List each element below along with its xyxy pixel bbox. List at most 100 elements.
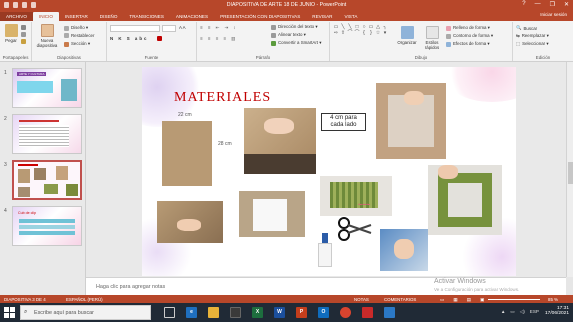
powerpoint-icon[interactable]: P (296, 307, 307, 318)
layout-button[interactable]: Diseño ▾ (64, 25, 88, 31)
brace-shape-icon[interactable]: } (368, 31, 374, 36)
tab-diseno[interactable]: DISEÑO (94, 12, 124, 21)
pdf-reader-icon[interactable] (362, 307, 373, 318)
word-icon[interactable]: W (274, 307, 285, 318)
slide-title[interactable]: MATERIALES (174, 90, 271, 106)
maximize-button[interactable]: ❐ (550, 1, 555, 8)
taskbar-search[interactable]: ⌕ Escribe aquí para buscar (20, 305, 151, 320)
zoom-level[interactable]: 85 % (548, 297, 558, 302)
curve-shape-icon[interactable]: ⌒ (354, 31, 360, 36)
frame-photo[interactable] (376, 83, 446, 159)
tab-insertar[interactable]: INSERTAR (59, 12, 94, 21)
shape-outline-button[interactable]: Contorno de forma ▾ (446, 33, 493, 39)
notes-button[interactable]: NOTAS (354, 297, 369, 302)
align-buttons[interactable]: ≡ ≡ ≡ ≡ ▥ (200, 36, 237, 42)
glue-photo[interactable] (314, 231, 336, 269)
chrome-icon[interactable] (340, 307, 351, 318)
align-text-button[interactable]: Alinear texto ▾ (271, 32, 306, 38)
list-buttons[interactable]: ≡ ≡ ⇤ ⇥ ↕ (200, 25, 238, 31)
store-icon[interactable] (230, 307, 241, 318)
measuring-photo[interactable] (244, 108, 316, 174)
vertical-scrollbar[interactable] (566, 62, 573, 277)
network-icon[interactable]: ▲ (501, 309, 506, 315)
current-slide[interactable]: MATERIALES 22 cm 28 cm 4 cm para cada la… (142, 67, 516, 276)
tab-archivo[interactable]: ARCHIVO (0, 12, 33, 21)
comments-button[interactable]: COMENTARIOS (384, 297, 416, 302)
shapes-gallery[interactable]: ▭ ╲ ╲ □ ○ ▭ △ ╮ ⇨ ⇧ ⌒ ⌒{} ☆ ▾ (333, 25, 388, 36)
straw-frame-shape (438, 173, 492, 227)
slide-thumbnail-2[interactable] (12, 114, 82, 154)
task-view-icon[interactable] (164, 307, 175, 318)
font-size-select[interactable] (162, 25, 176, 32)
volume-icon[interactable]: ◁) (520, 309, 525, 315)
slide-thumbnail-1[interactable]: ARTE Y CULTURA (12, 68, 82, 108)
slide-thumbnail-4[interactable]: Cub de clip (12, 206, 82, 246)
cardboard-photo[interactable] (162, 121, 212, 186)
tab-transiciones[interactable]: TRANSICIONES (123, 12, 169, 21)
section-button[interactable]: Sección ▾ (64, 41, 90, 47)
find-button[interactable]: 🔍 Buscar (516, 25, 537, 31)
quick-styles-button[interactable]: Estilos rápidos (421, 26, 443, 50)
outlook-icon[interactable]: O (318, 307, 329, 318)
clock[interactable]: 17:31 17/06/2021 (545, 306, 569, 316)
file-explorer-icon[interactable] (208, 307, 219, 318)
strips-photo[interactable] (239, 191, 305, 237)
font-format-buttons[interactable]: N K S abc (110, 36, 149, 41)
format-painter-button[interactable] (21, 39, 26, 44)
curve-shape-icon[interactable]: ⌒ (347, 31, 353, 36)
arrow-shape-icon[interactable]: ⇧ (340, 31, 346, 36)
section-label: Sección ▾ (71, 41, 91, 46)
smartart-button[interactable]: Convertir a SmartArt ▾ (271, 40, 321, 46)
star-shape-icon[interactable]: ☆ (375, 31, 381, 36)
scissors-photo[interactable] (337, 215, 373, 243)
notes-pane[interactable]: Haga clic para agregar notas Activar Win… (86, 277, 566, 295)
tab-revisar[interactable]: REVISAR (306, 12, 338, 21)
arrow-shape-icon[interactable]: ⇨ (333, 31, 339, 36)
copy-button[interactable] (21, 32, 26, 37)
battery-icon[interactable]: ▭ (510, 309, 514, 315)
slide-thumbnail-3[interactable] (12, 160, 82, 200)
shape-fill-button[interactable]: Relleno de forma ▾ (446, 25, 490, 31)
minimize-button[interactable]: — (535, 1, 541, 8)
text-direction-button[interactable]: Dirección del texto ▾ (271, 24, 318, 30)
view-buttons[interactable]: ▭ ▦ ▤ ▣ (440, 297, 488, 303)
font-color-button[interactable] (157, 36, 162, 41)
brace-shape-icon[interactable]: { (361, 31, 367, 36)
zoom-app-icon[interactable] (384, 307, 395, 318)
language-indicator[interactable]: ESPAÑOL (PERÚ) (66, 297, 103, 302)
scrollbar-thumb[interactable] (568, 162, 573, 184)
signin-link[interactable]: Iniciar sesión (540, 12, 567, 17)
straw-frame-photo[interactable] (428, 165, 502, 235)
replace-button[interactable]: ⇆ Reemplazar ▾ (516, 33, 549, 39)
reset-button[interactable]: Restablecer (64, 33, 94, 38)
zoom-slider[interactable] (488, 299, 540, 300)
dimension-note[interactable]: 4 cm para cada lado (321, 113, 366, 131)
paste-button[interactable]: Pegar (3, 24, 19, 43)
arrange-button[interactable]: Organizar (396, 26, 418, 45)
font-name-select[interactable] (110, 25, 160, 32)
windows-start-icon[interactable] (4, 307, 15, 318)
group-label-clipboard: Portapapeles (2, 55, 29, 60)
text-direction-icon (271, 24, 276, 30)
close-button[interactable]: ✕ (564, 1, 569, 8)
tracing-photo[interactable] (157, 201, 223, 243)
notes-placeholder[interactable]: Haga clic para agregar notas (96, 284, 165, 290)
tab-vista[interactable]: VISTA (338, 12, 363, 21)
align-text-label: Alinear texto ▾ (278, 32, 306, 37)
group-label-editing: Edición (535, 55, 551, 60)
tab-inicio[interactable]: INICIO (32, 12, 59, 21)
new-slide-button[interactable]: Nueva diapositiva (34, 24, 60, 48)
excel-icon[interactable]: X (252, 307, 263, 318)
keyboard-language[interactable]: ESP (530, 309, 539, 315)
grow-font-button[interactable]: A A (179, 25, 186, 30)
select-button[interactable]: ⬚ Seleccionar ▾ (516, 41, 549, 47)
clips-photo[interactable] (380, 229, 428, 271)
tab-animaciones[interactable]: ANIMACIONES (170, 12, 214, 21)
tab-presentacion[interactable]: PRESENTACIÓN CON DIAPOSITIVAS (214, 12, 306, 21)
help-icon[interactable]: ? (522, 1, 525, 8)
edge-icon[interactable]: e (186, 307, 197, 318)
cut-button[interactable] (21, 25, 26, 30)
straws-photo[interactable]: ~~~ (320, 176, 392, 216)
more-shapes-icon[interactable]: ▾ (382, 31, 388, 36)
shape-effects-button[interactable]: Efectos de forma ▾ (446, 41, 490, 47)
